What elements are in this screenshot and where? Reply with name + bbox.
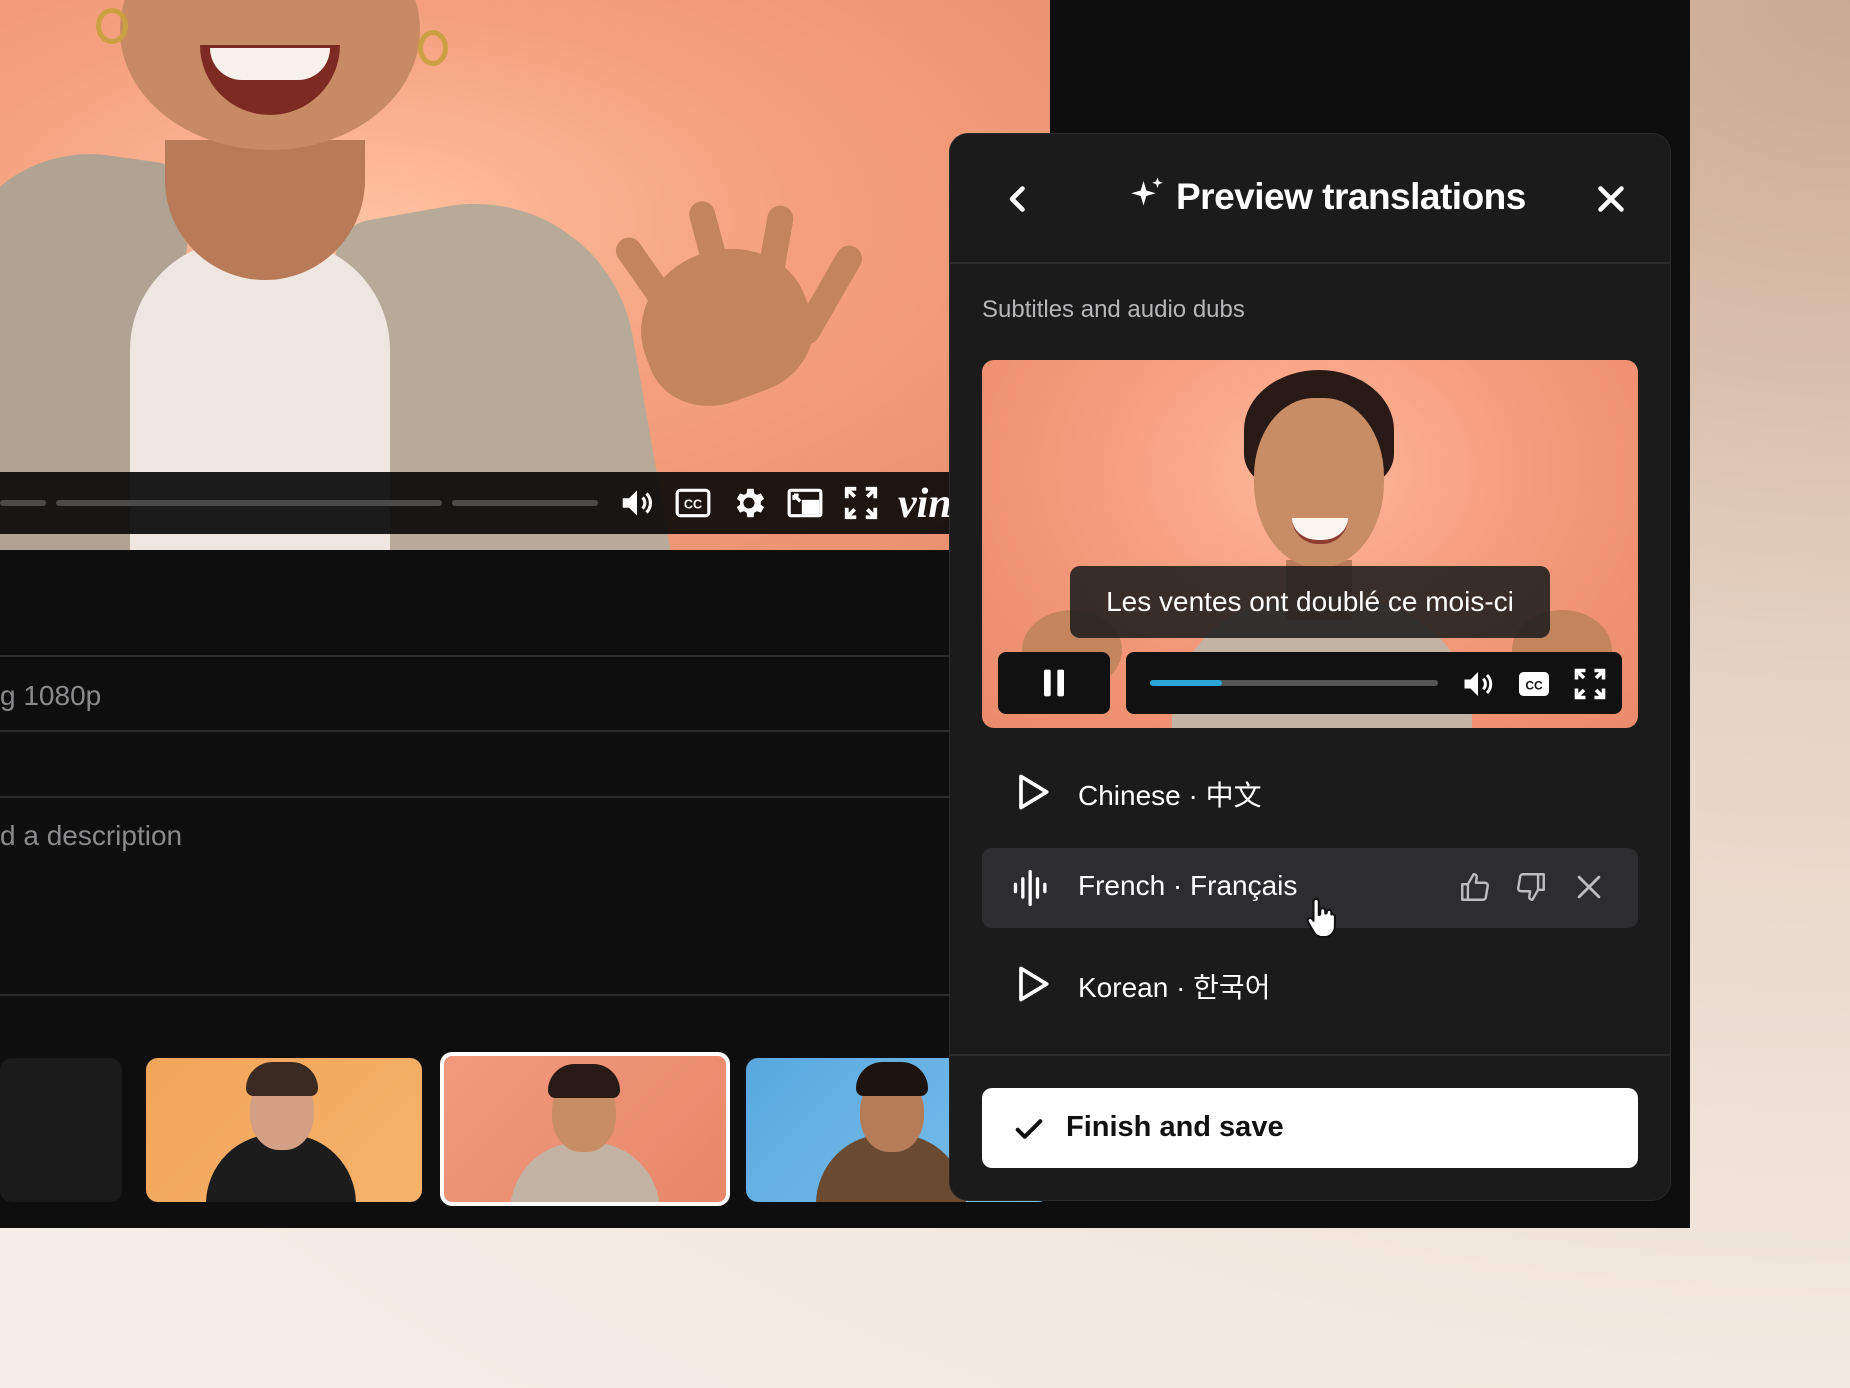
thumbnail-strip xyxy=(0,1052,1050,1208)
section-label: Subtitles and audio dubs xyxy=(982,296,1245,323)
play-icon[interactable] xyxy=(1010,770,1054,814)
preview-video[interactable]: Les ventes ont doublé ce mois-ci CC xyxy=(982,360,1638,728)
language-label: Chinese · 中文 xyxy=(1078,780,1262,811)
language-row-chinese[interactable]: Chinese · 中文 xyxy=(982,752,1638,832)
video-editor-app: CC vin g 1080p d a description Preview t… xyxy=(0,0,1690,1228)
preview-progress-fill xyxy=(1150,680,1222,686)
preview-translations-panel: Preview translations Subtitles and audio… xyxy=(950,134,1670,1200)
hand-cursor-icon xyxy=(1304,896,1340,940)
pip-icon[interactable] xyxy=(786,484,824,522)
settings-icon[interactable] xyxy=(730,484,768,522)
subtitle-caption: Les ventes ont doublé ce mois-ci xyxy=(1070,566,1550,638)
divider xyxy=(0,994,960,996)
thumbnail[interactable] xyxy=(146,1058,422,1202)
preview-controls: CC xyxy=(1126,652,1622,714)
svg-text:CC: CC xyxy=(684,498,702,512)
main-video-frame[interactable]: CC vin xyxy=(0,0,1050,550)
panel-title: Preview translations xyxy=(1176,176,1526,217)
cc-icon[interactable]: CC xyxy=(1516,666,1552,702)
vimeo-logo[interactable]: vin xyxy=(898,480,952,528)
pause-button[interactable] xyxy=(998,652,1110,714)
divider xyxy=(0,730,960,732)
svg-text:CC: CC xyxy=(1525,678,1543,692)
remove-icon[interactable] xyxy=(1572,870,1606,904)
progress-segment[interactable] xyxy=(0,500,46,506)
divider xyxy=(0,796,960,798)
finish-label: Finish and save xyxy=(1066,1111,1284,1143)
fullscreen-icon[interactable] xyxy=(842,484,880,522)
progress-segment[interactable] xyxy=(56,500,442,506)
volume-icon[interactable] xyxy=(1460,666,1496,702)
preview-progress-track[interactable] xyxy=(1150,680,1438,686)
language-label: French · Français xyxy=(1078,870,1298,901)
play-icon[interactable] xyxy=(1010,962,1054,1006)
checkmark-icon xyxy=(1012,1112,1046,1146)
thumbs-down-icon[interactable] xyxy=(1514,870,1548,904)
audio-wave-icon[interactable] xyxy=(1010,866,1054,910)
description-field[interactable]: d a description xyxy=(0,820,182,852)
back-chevron-icon[interactable] xyxy=(998,178,1040,220)
volume-icon[interactable] xyxy=(618,484,656,522)
language-label: Korean · 한국어 xyxy=(1078,972,1271,1003)
progress-segment[interactable] xyxy=(452,500,598,506)
divider xyxy=(0,655,960,657)
fullscreen-icon[interactable] xyxy=(1572,666,1608,702)
thumbnail-selected[interactable] xyxy=(440,1052,730,1206)
pause-icon xyxy=(1044,669,1064,697)
quality-field[interactable]: g 1080p xyxy=(0,680,101,712)
finish-and-save-button[interactable]: Finish and save xyxy=(982,1088,1638,1168)
sparkle-icon xyxy=(1126,174,1168,216)
cc-icon[interactable]: CC xyxy=(674,484,712,522)
thumbnail[interactable] xyxy=(0,1058,122,1202)
thumbs-up-icon[interactable] xyxy=(1458,870,1492,904)
close-icon[interactable] xyxy=(1590,178,1632,220)
main-player-controls: CC vin xyxy=(0,472,952,534)
language-row-korean[interactable]: Korean · 한국어 xyxy=(982,944,1638,1024)
panel-header: Preview translations xyxy=(950,134,1670,264)
divider xyxy=(950,1054,1670,1056)
